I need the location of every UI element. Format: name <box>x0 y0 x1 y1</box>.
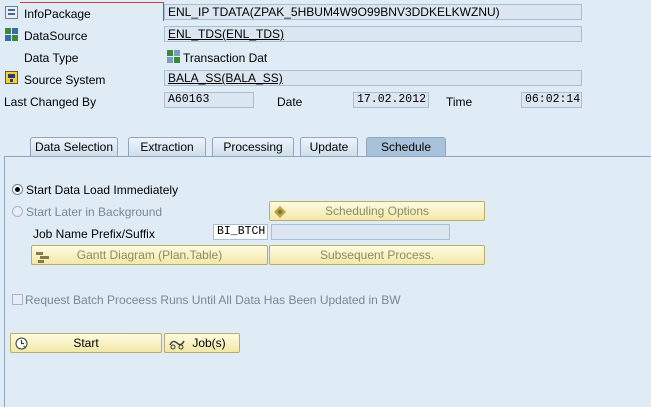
time-label: Time <box>446 95 473 109</box>
gantt-icon <box>36 250 50 263</box>
job-suffix-field[interactable] <box>271 224 450 240</box>
subsequent-process-button[interactable]: Subsequent Process. <box>269 245 485 265</box>
job-prefix-field[interactable]: BI_BTCH <box>213 224 268 240</box>
start-later-radio[interactable] <box>12 206 23 217</box>
jobs-icon <box>169 337 185 350</box>
start-immediately-label[interactable]: Start Data Load Immediately <box>26 183 178 197</box>
gantt-label: Gantt Diagram (Plan.Table) <box>76 248 223 262</box>
source-system-label: Source System <box>24 73 106 87</box>
start-immediately-radio[interactable] <box>12 184 23 195</box>
tab-data-selection[interactable]: Data Selection <box>30 137 118 156</box>
jobs-button[interactable]: Job(s) <box>164 333 240 353</box>
start-button[interactable]: Start <box>10 333 162 353</box>
batch-process-checkbox[interactable] <box>12 294 23 305</box>
tab-schedule[interactable]: Schedule <box>366 137 446 156</box>
date-field[interactable]: 17.02.2012 <box>353 92 429 108</box>
jobs-label: Job(s) <box>192 336 226 350</box>
scheduling-options-button[interactable]: Scheduling Options <box>269 201 485 221</box>
tab-processing[interactable]: Processing <box>212 137 294 156</box>
tab-extraction[interactable]: Extraction <box>128 137 206 156</box>
scheduling-options-label: Scheduling Options <box>324 204 430 218</box>
last-changed-field[interactable]: A60163 <box>164 92 254 108</box>
infopackage-icon <box>5 6 18 19</box>
job-name-label: Job Name Prefix/Suffix <box>33 227 155 241</box>
date-label: Date <box>277 95 303 109</box>
scheduling-options-icon <box>274 205 286 218</box>
last-changed-label: Last Changed By <box>4 95 97 109</box>
source-system-icon <box>5 71 18 84</box>
start-later-label[interactable]: Start Later in Background <box>26 205 162 219</box>
infopackage-field[interactable]: ENL_IP TDATA(ZPAK_5HBUM4W9O99BNV3DDKELKW… <box>164 4 582 20</box>
tab-update[interactable]: Update <box>300 137 358 156</box>
data-type-value: Transaction Dat <box>183 51 268 65</box>
source-system-field[interactable]: BALA_SS(BALA_SS) <box>164 70 582 86</box>
batch-process-label: Request Batch Proceess Runs Until All Da… <box>25 293 401 307</box>
datasource-icon <box>5 28 18 41</box>
start-icon <box>15 337 28 350</box>
time-field[interactable]: 06:02:14 <box>521 92 582 108</box>
infopackage-marker <box>20 2 164 21</box>
datasource-field[interactable]: ENL_TDS(ENL_TDS) <box>164 26 582 42</box>
datasource-label: DataSource <box>24 29 88 43</box>
data-type-label: Data Type <box>24 51 79 65</box>
gantt-diagram-button[interactable]: Gantt Diagram (Plan.Table) <box>31 245 268 265</box>
start-label: Start <box>73 336 99 350</box>
transaction-data-icon <box>167 50 180 63</box>
